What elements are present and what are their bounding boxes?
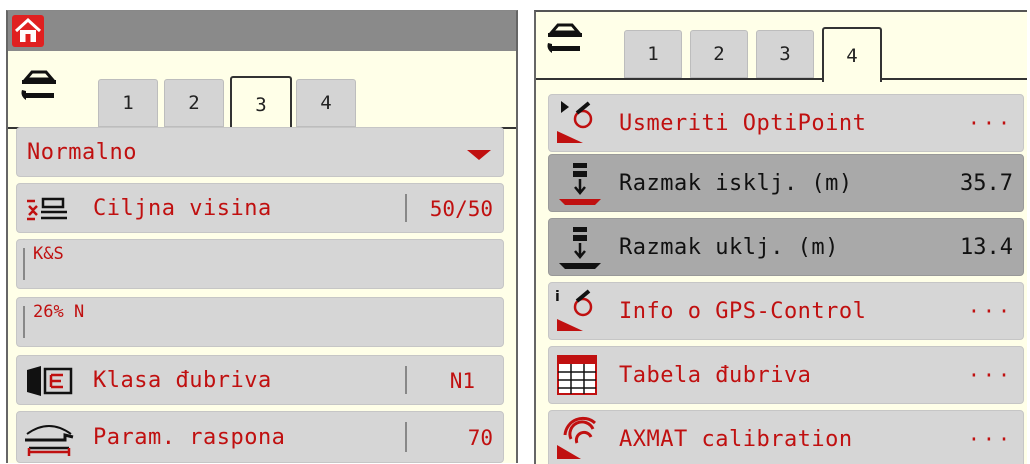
menu-item-more: ··· xyxy=(967,427,1013,451)
distance-on-icon xyxy=(559,227,601,269)
tab-4[interactable]: 4 xyxy=(822,27,882,82)
tab-bar: 1 2 3 4 xyxy=(536,12,1027,84)
product-type-row[interactable]: 26% N xyxy=(16,297,504,347)
menu-item-value: 35.7 xyxy=(960,171,1013,196)
spread-params-icon xyxy=(25,425,74,456)
tab-3[interactable]: 3 xyxy=(756,30,814,78)
menu-item-razmak-uklj[interactable]: Razmak uklj. (m) 13.4 xyxy=(548,218,1024,276)
axmat-icon xyxy=(557,416,597,459)
gps-info-icon: i xyxy=(555,289,593,331)
tab-3[interactable]: 3 xyxy=(230,76,292,131)
left-settings-screen: 1 2 3 4 Normalno Ciljna visina 50/50 K&S… xyxy=(6,10,518,463)
menu-item-value: 13.4 xyxy=(960,235,1013,260)
setup-wrench-icon xyxy=(547,23,582,53)
target-height-icon xyxy=(27,197,67,221)
home-button[interactable] xyxy=(12,15,44,47)
menu-item-label: Razmak uklj. (m) xyxy=(619,235,839,260)
mode-select-dropdown[interactable]: Normalno xyxy=(16,127,504,177)
spread-params-row[interactable]: Param. raspona 70 xyxy=(16,411,504,463)
target-height-value: 50/50 xyxy=(429,197,493,221)
menu-item-more: ··· xyxy=(967,363,1013,387)
product-type: 26% N xyxy=(33,302,85,322)
menu-item-label: Razmak isklj. (m) xyxy=(619,171,853,196)
spread-params-value: 70 xyxy=(467,426,493,450)
fertilizer-class-label: Klasa đubriva xyxy=(93,368,272,393)
spread-params-label: Param. raspona xyxy=(93,425,286,450)
title-bar xyxy=(8,11,516,51)
product-name-row[interactable]: K&S xyxy=(16,239,504,289)
menu-item-info-gps-control[interactable]: i Info o GPS-Control ··· xyxy=(548,282,1024,340)
tab-bar: 1 2 3 4 xyxy=(8,63,516,131)
distance-off-icon xyxy=(559,163,601,205)
home-icon xyxy=(14,17,42,42)
setup-wrench-icon xyxy=(21,70,56,100)
menu-item-axmat-calibration[interactable]: AXMAT calibration ··· xyxy=(548,410,1024,464)
product-name: K&S xyxy=(33,244,64,264)
fertilizer-class-row[interactable]: Klasa đubriva N1 xyxy=(16,355,504,405)
tab-1[interactable]: 1 xyxy=(624,30,682,78)
fertilizer-table-icon xyxy=(557,355,597,395)
dropdown-caret-icon xyxy=(467,150,491,160)
tab-2[interactable]: 2 xyxy=(164,79,224,127)
menu-item-label: Usmeriti OptiPoint xyxy=(619,111,867,136)
tab-4[interactable]: 4 xyxy=(296,79,356,127)
svg-text:i: i xyxy=(555,289,560,305)
tab-1[interactable]: 1 xyxy=(98,79,158,127)
menu-item-label: Tabela đubriva xyxy=(619,363,812,388)
menu-item-tabela-dubriva[interactable]: Tabela đubriva ··· xyxy=(548,346,1024,404)
fertilizer-class-value: N1 xyxy=(449,369,475,393)
menu-item-label: Info o GPS-Control xyxy=(619,299,867,324)
mode-select-value: Normalno xyxy=(27,140,137,165)
menu-item-label: AXMAT calibration xyxy=(619,427,853,452)
menu-item-usmeriti-optipoint[interactable]: Usmeriti OptiPoint ··· xyxy=(548,94,1024,152)
tab-2[interactable]: 2 xyxy=(690,30,748,78)
target-height-row[interactable]: Ciljna visina 50/50 xyxy=(16,183,504,233)
optipoint-icon xyxy=(557,101,593,143)
menu-item-more: ··· xyxy=(967,111,1013,135)
right-settings-screen: 1 2 3 4 Usmeriti OptiPoint ··· Razmak is… xyxy=(534,10,1027,464)
fertilizer-class-icon xyxy=(27,366,73,396)
menu-item-razmak-isklj[interactable]: Razmak isklj. (m) 35.7 xyxy=(548,154,1024,212)
menu-item-more: ··· xyxy=(967,299,1013,323)
target-height-label: Ciljna visina xyxy=(93,196,272,221)
